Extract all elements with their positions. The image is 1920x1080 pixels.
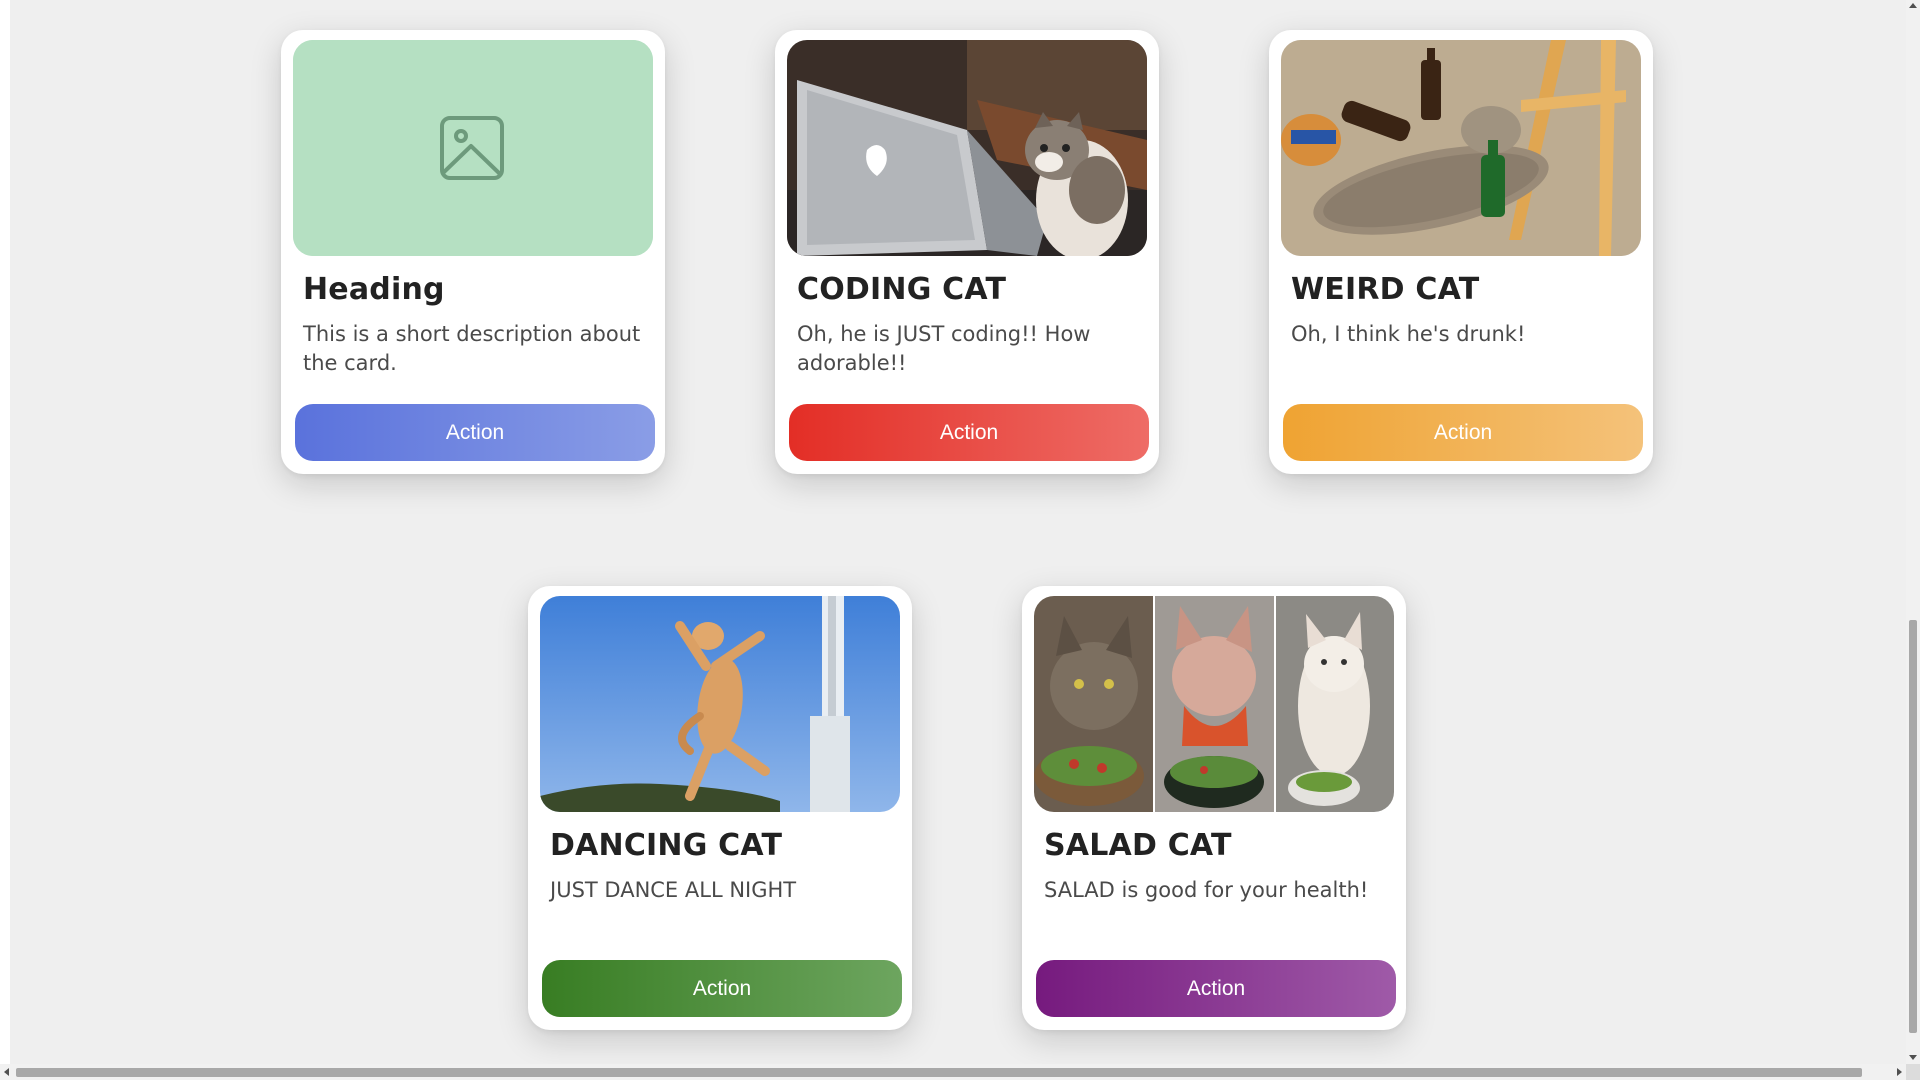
salad-cat-photo bbox=[1034, 596, 1394, 812]
action-button[interactable]: Action bbox=[1036, 960, 1396, 1017]
action-button-label: Action bbox=[692, 976, 752, 1000]
card-dancing-cat: DANCING CAT JUST DANCE ALL NIGHT Action bbox=[528, 586, 912, 1030]
coding-cat-photo bbox=[787, 40, 1147, 256]
action-button-label: Action bbox=[1186, 976, 1246, 1000]
scroll-down-arrow-icon[interactable] bbox=[1909, 1055, 1917, 1060]
weird-cat-photo-icon bbox=[1281, 40, 1641, 256]
card-description: JUST DANCE ALL NIGHT bbox=[550, 878, 797, 902]
card-title: Heading bbox=[303, 272, 445, 307]
card-salad-cat: SALAD CAT SALAD is good for your health!… bbox=[1022, 586, 1406, 1030]
card-title: WEIRD CAT bbox=[1291, 272, 1480, 307]
scroll-left-arrow-icon[interactable] bbox=[4, 1068, 9, 1076]
vertical-scrollbar[interactable] bbox=[1906, 0, 1920, 1064]
horizontal-scrollbar-thumb[interactable] bbox=[16, 1068, 1862, 1077]
card-title: DANCING CAT bbox=[550, 828, 783, 863]
card-weird-cat: WEIRD CAT Oh, I think he's drunk! Action bbox=[1269, 30, 1653, 474]
scroll-up-arrow-icon[interactable] bbox=[1909, 3, 1917, 8]
salad-cat-photo-icon bbox=[1034, 596, 1394, 812]
scrollbar-corner bbox=[1906, 1064, 1920, 1080]
weird-cat-photo bbox=[1281, 40, 1641, 256]
action-button[interactable]: Action bbox=[295, 404, 655, 461]
action-button[interactable]: Action bbox=[542, 960, 902, 1017]
card-description: Oh, he is JUST coding!! How adorable!! bbox=[797, 322, 1091, 375]
action-button[interactable]: Action bbox=[789, 404, 1149, 461]
vertical-scrollbar-thumb[interactable] bbox=[1909, 620, 1917, 1033]
card-image-placeholder bbox=[293, 40, 653, 256]
action-button[interactable]: Action bbox=[1283, 404, 1643, 461]
image-placeholder-icon bbox=[293, 40, 653, 256]
action-button-label: Action bbox=[939, 420, 999, 444]
page-background: Heading This is a short description abou… bbox=[10, 0, 1906, 1064]
scroll-right-arrow-icon[interactable] bbox=[1897, 1068, 1902, 1076]
card-title: CODING CAT bbox=[797, 272, 1007, 307]
card-heading: Heading This is a short description abou… bbox=[281, 30, 665, 474]
action-button-label: Action bbox=[445, 420, 505, 444]
card-description: This is a short description about the ca… bbox=[303, 322, 641, 375]
card-coding-cat: CODING CAT Oh, he is JUST coding!! How a… bbox=[775, 30, 1159, 474]
dancing-cat-photo bbox=[540, 596, 900, 812]
card-description: Oh, I think he's drunk! bbox=[1291, 322, 1526, 346]
coding-cat-photo-icon bbox=[787, 40, 1147, 256]
horizontal-scrollbar[interactable] bbox=[0, 1064, 1906, 1080]
card-description: SALAD is good for your health! bbox=[1044, 878, 1369, 902]
dancing-cat-photo-icon bbox=[540, 596, 900, 812]
card-title: SALAD CAT bbox=[1044, 828, 1232, 863]
action-button-label: Action bbox=[1433, 420, 1493, 444]
